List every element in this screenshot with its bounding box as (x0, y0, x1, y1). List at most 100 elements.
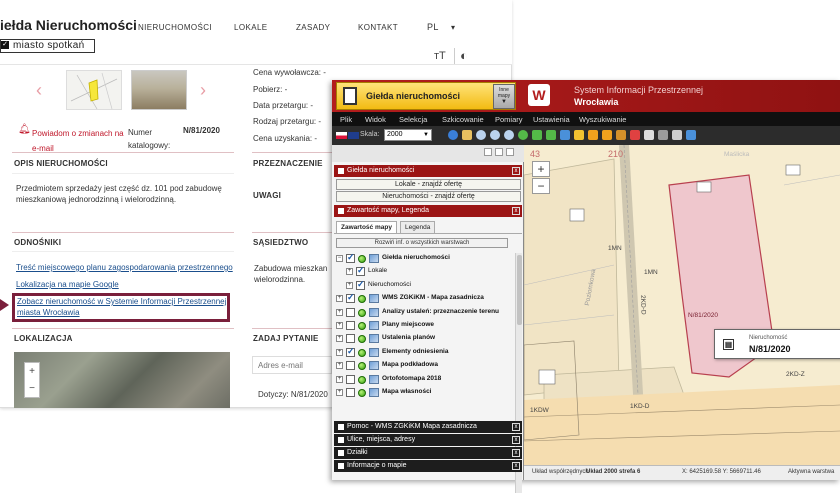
expand-all-layers-button[interactable]: Rozwiń inf. o wszystkich warstwach (336, 238, 508, 248)
link-mpzp[interactable]: Treść miejscowego planu zagospodarowania… (16, 262, 238, 273)
menu-pomiary[interactable]: Pomiary (495, 115, 523, 124)
layer-checkbox[interactable] (346, 321, 355, 330)
layer-row[interactable]: + WMS ZGKiKM - Mapa zasadnicza (336, 292, 521, 305)
panel-header-dzialki[interactable]: Działki x (334, 447, 522, 459)
expand-icon[interactable]: + (336, 375, 343, 383)
measure-icon[interactable] (588, 130, 598, 140)
layer-row[interactable]: + Analizy ustaleń: przeznaczenie terenu (336, 307, 521, 319)
tab-legenda[interactable]: Legenda (400, 221, 436, 233)
layer-checkbox[interactable] (346, 334, 355, 344)
zoom-window-icon[interactable] (504, 130, 514, 140)
globe-icon[interactable] (518, 130, 528, 140)
scale-select[interactable]: 2000 ▼ (384, 129, 432, 141)
mini-map-zoom[interactable]: + − (24, 362, 40, 398)
layer-checkbox[interactable] (346, 252, 355, 263)
area-icon[interactable] (602, 130, 612, 140)
layer-checkbox[interactable] (346, 374, 355, 384)
menu-wyszukiwanie[interactable]: Wyszukiwanie (579, 115, 626, 124)
inne-mapy-button[interactable]: Inne mapy ▼ (493, 84, 515, 109)
back-icon[interactable] (532, 130, 542, 140)
nav-kontakt[interactable]: KONTAKT (358, 23, 398, 32)
layer-row[interactable]: + Mapa podkładowa (336, 360, 521, 372)
print-icon[interactable] (644, 130, 654, 140)
gis-map-canvas[interactable]: 1MN 1MN 2KD-Z 1KDW 1KD-D 2KD-D Maślicka … (524, 145, 840, 465)
expand-icon[interactable]: + (336, 348, 343, 356)
location-map[interactable] (14, 352, 230, 408)
layer-row[interactable]: − Giełda nieruchomości (336, 252, 521, 265)
info-icon[interactable] (448, 130, 458, 140)
language-select[interactable]: PL (427, 22, 439, 32)
layer-row[interactable]: + Ortofotomapa 2018 (336, 374, 521, 386)
polish-flag-icon[interactable] (336, 132, 347, 139)
nieruchomosci-search-button[interactable]: Nieruchomości - znajdź ofertę (336, 191, 521, 202)
zoom-out-button[interactable]: − (25, 380, 39, 397)
menu-szkicowanie[interactable]: Szkicowanie (442, 115, 484, 124)
panel-restore-icon[interactable] (495, 148, 503, 156)
zoom-out-icon[interactable] (490, 130, 500, 140)
chevron-left-icon[interactable]: ‹ (36, 80, 42, 101)
export-icon[interactable] (658, 130, 668, 140)
tab-zawartosc-mapy[interactable]: Zawartość mapy (336, 221, 397, 233)
parcel-popup[interactable]: ▦ Nieruchomość N/81/2020 (714, 329, 840, 359)
map-zoom-in-button[interactable]: + (532, 161, 550, 177)
scrollbar-thumb[interactable] (517, 255, 522, 325)
menu-ustawienia[interactable]: Ustawienia (533, 115, 570, 124)
expand-icon[interactable]: + (336, 335, 343, 343)
layer-checkbox[interactable] (346, 292, 355, 304)
photo-thumbnail-plan[interactable] (66, 70, 122, 110)
panel-header-ulice[interactable]: Ulice, miejsca, adresy x (334, 434, 522, 446)
nav-lokale[interactable]: LOKALE (234, 23, 268, 32)
layer-row[interactable]: + Ustalenia planów (336, 333, 521, 345)
help-icon[interactable] (686, 130, 696, 140)
layer-row[interactable]: + Plany miejscowe (336, 320, 521, 332)
close-icon[interactable]: x (512, 207, 520, 215)
forward-icon[interactable] (546, 130, 556, 140)
expand-icon[interactable]: + (336, 308, 343, 316)
panel-header-gielda[interactable]: Giełda nieruchomości x (334, 165, 522, 177)
uk-flag-icon[interactable] (348, 132, 359, 139)
chevron-down-icon[interactable]: ▾ (451, 23, 455, 32)
expand-icon[interactable]: + (336, 322, 343, 329)
layer-checkbox[interactable] (346, 307, 355, 317)
menu-plik[interactable]: Plik (340, 115, 352, 124)
layer-row[interactable]: + Lokale (336, 265, 521, 278)
expand-icon[interactable]: + (336, 295, 343, 303)
select-icon[interactable] (616, 130, 626, 140)
contrast-icon[interactable]: ◐ (460, 48, 468, 63)
close-icon[interactable]: x (512, 167, 520, 175)
clear-icon[interactable] (630, 130, 640, 140)
layer-checkbox[interactable] (346, 346, 355, 357)
zoom-in-icon[interactable] (476, 130, 486, 140)
email-field[interactable] (252, 356, 332, 374)
nav-zasady[interactable]: ZASADY (296, 23, 330, 32)
chevron-right-icon[interactable]: › (200, 80, 206, 101)
link-icon[interactable] (672, 130, 682, 140)
layer-row[interactable]: + Mapa własności (336, 387, 521, 399)
panel-header-pomoc[interactable]: Pomoc - WMS ZGKiKM Mapa zasadnicza x (334, 421, 522, 433)
close-icon[interactable]: x (512, 462, 520, 470)
lokale-search-button[interactable]: Lokale - znajdź ofertę (336, 179, 521, 190)
layer-checkbox[interactable] (356, 265, 365, 277)
layer-checkbox[interactable] (356, 279, 365, 290)
pencil-icon[interactable] (574, 130, 584, 140)
map-zoom-out-button[interactable]: − (532, 178, 550, 194)
expand-icon[interactable]: + (346, 281, 353, 289)
collapse-icon[interactable]: − (336, 255, 343, 262)
close-icon[interactable]: x (512, 436, 520, 444)
panel-minimize-icon[interactable] (484, 148, 492, 156)
zoom-in-button[interactable]: + (25, 363, 39, 380)
close-icon[interactable]: x (512, 449, 520, 457)
menu-selekcja[interactable]: Selekcja (399, 115, 427, 124)
expand-icon[interactable]: + (336, 362, 343, 370)
link-google-maps[interactable]: Lokalizacja na mapie Google (16, 279, 119, 290)
layer-checkbox[interactable] (346, 388, 355, 397)
refresh-icon[interactable] (560, 130, 570, 140)
pan-icon[interactable] (462, 130, 472, 140)
panel-close-icon[interactable] (506, 148, 514, 156)
layer-row[interactable]: + Nieruchomości (336, 279, 521, 292)
text-size-icon[interactable]: ᴛT (434, 50, 446, 62)
photo-thumbnail-plot[interactable] (131, 70, 187, 110)
expand-icon[interactable]: + (346, 268, 353, 276)
layer-checkbox[interactable] (346, 361, 355, 371)
nav-nieruchomosci[interactable]: NIERUCHOMOŚCI (138, 23, 212, 32)
